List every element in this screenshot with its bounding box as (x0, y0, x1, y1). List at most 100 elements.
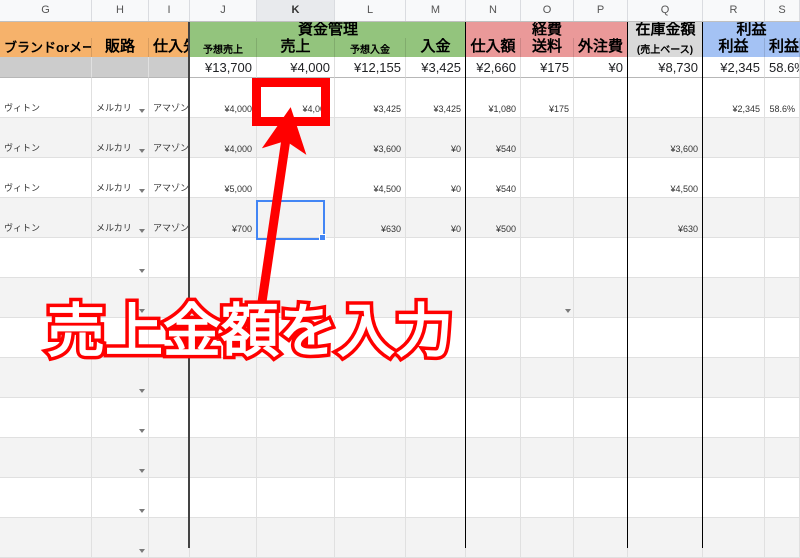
data-cell-m-0[interactable]: ¥3,425 (406, 78, 466, 118)
data-cell-o-0[interactable]: ¥175 (521, 78, 574, 118)
data-cell-m-9[interactable] (406, 438, 466, 478)
chevron-down-icon[interactable] (565, 309, 571, 313)
data-cell-h-0[interactable]: メルカリ (92, 78, 149, 118)
data-cell-i-9[interactable] (149, 438, 190, 478)
data-cell-i-4[interactable] (149, 238, 190, 278)
data-cell-q-2[interactable]: ¥4,500 (628, 158, 703, 198)
column-header-r[interactable]: R (703, 0, 765, 21)
data-cell-h-9[interactable] (92, 438, 149, 478)
summary-cell-p[interactable]: ¥0 (574, 57, 628, 78)
data-cell-o-9[interactable] (521, 438, 574, 478)
data-cell-n-8[interactable] (466, 398, 521, 438)
data-cell-o-10[interactable] (521, 478, 574, 518)
selected-cell-k[interactable] (256, 200, 326, 241)
column-header-s[interactable]: S (765, 0, 800, 21)
data-cell-h-3[interactable]: メルカリ (92, 198, 149, 238)
data-cell-q-6[interactable] (628, 318, 703, 358)
data-cell-q-1[interactable]: ¥3,600 (628, 118, 703, 158)
data-cell-o-1[interactable] (521, 118, 574, 158)
data-cell-o-5[interactable] (521, 278, 574, 318)
data-cell-q-8[interactable] (628, 398, 703, 438)
data-cell-r-6[interactable] (703, 318, 765, 358)
data-cell-p-10[interactable] (574, 478, 628, 518)
chevron-down-icon[interactable] (139, 389, 145, 393)
data-cell-o-7[interactable] (521, 358, 574, 398)
chevron-down-icon[interactable] (139, 429, 145, 433)
data-cell-q-4[interactable] (628, 238, 703, 278)
data-cell-m-2[interactable]: ¥0 (406, 158, 466, 198)
data-cell-r-11[interactable] (703, 518, 765, 558)
data-cell-i-10[interactable] (149, 478, 190, 518)
data-cell-l-11[interactable] (335, 518, 406, 558)
data-cell-r-0[interactable]: ¥2,345 (703, 78, 765, 118)
data-cell-p-7[interactable] (574, 358, 628, 398)
column-header-o[interactable]: O (521, 0, 574, 21)
column-header-i[interactable]: I (149, 0, 190, 21)
data-cell-r-9[interactable] (703, 438, 765, 478)
data-cell-h-2[interactable]: メルカリ (92, 158, 149, 198)
data-cell-g-11[interactable] (0, 518, 92, 558)
data-cell-o-8[interactable] (521, 398, 574, 438)
data-cell-q-5[interactable] (628, 278, 703, 318)
data-cell-h-8[interactable] (92, 398, 149, 438)
data-cell-j-10[interactable] (190, 478, 257, 518)
summary-cell-g[interactable] (0, 57, 92, 78)
summary-cell-m[interactable]: ¥3,425 (406, 57, 466, 78)
data-cell-p-0[interactable] (574, 78, 628, 118)
data-cell-o-3[interactable] (521, 198, 574, 238)
summary-cell-r[interactable]: ¥2,345 (703, 57, 765, 78)
data-cell-l-1[interactable]: ¥3,600 (335, 118, 406, 158)
summary-cell-k[interactable]: ¥4,000 (257, 57, 335, 78)
column-header-m[interactable]: M (406, 0, 466, 21)
data-cell-p-4[interactable] (574, 238, 628, 278)
data-cell-s-1[interactable] (765, 118, 800, 158)
data-cell-o-4[interactable] (521, 238, 574, 278)
data-cell-i-1[interactable]: アマゾン (149, 118, 190, 158)
data-cell-l-10[interactable] (335, 478, 406, 518)
data-cell-g-2[interactable]: ヴィトン (0, 158, 92, 198)
data-cell-j-3[interactable]: ¥700 (190, 198, 257, 238)
chevron-down-icon[interactable] (139, 149, 145, 153)
data-cell-r-5[interactable] (703, 278, 765, 318)
data-cell-i-0[interactable]: アマゾン (149, 78, 190, 118)
data-cell-r-2[interactable] (703, 158, 765, 198)
data-cell-n-2[interactable]: ¥540 (466, 158, 521, 198)
data-cell-l-8[interactable] (335, 398, 406, 438)
data-cell-i-8[interactable] (149, 398, 190, 438)
data-cell-n-1[interactable]: ¥540 (466, 118, 521, 158)
data-cell-s-2[interactable] (765, 158, 800, 198)
data-cell-m-8[interactable] (406, 398, 466, 438)
data-cell-j-1[interactable]: ¥4,000 (190, 118, 257, 158)
data-cell-p-1[interactable] (574, 118, 628, 158)
data-cell-o-11[interactable] (521, 518, 574, 558)
data-cell-j-8[interactable] (190, 398, 257, 438)
data-cell-k-9[interactable] (257, 438, 335, 478)
column-header-h[interactable]: H (92, 0, 149, 21)
data-cell-n-3[interactable]: ¥500 (466, 198, 521, 238)
column-header-q[interactable]: Q (628, 0, 703, 21)
data-cell-r-4[interactable] (703, 238, 765, 278)
data-cell-k-11[interactable] (257, 518, 335, 558)
column-header-j[interactable]: J (190, 0, 257, 21)
chevron-down-icon[interactable] (139, 549, 145, 553)
summary-cell-q[interactable]: ¥8,730 (628, 57, 703, 78)
summary-cell-h[interactable] (92, 57, 149, 78)
data-cell-s-3[interactable] (765, 198, 800, 238)
data-cell-q-9[interactable] (628, 438, 703, 478)
data-cell-j-9[interactable] (190, 438, 257, 478)
data-cell-s-0[interactable]: 58.6% (765, 78, 800, 118)
data-cell-l-9[interactable] (335, 438, 406, 478)
data-cell-p-11[interactable] (574, 518, 628, 558)
data-cell-r-1[interactable] (703, 118, 765, 158)
data-cell-s-5[interactable] (765, 278, 800, 318)
data-cell-i-11[interactable] (149, 518, 190, 558)
chevron-down-icon[interactable] (139, 109, 145, 113)
column-header-l[interactable]: L (335, 0, 406, 21)
data-cell-s-7[interactable] (765, 358, 800, 398)
data-cell-h-1[interactable]: メルカリ (92, 118, 149, 158)
data-cell-q-0[interactable] (628, 78, 703, 118)
data-cell-g-0[interactable]: ヴィトン (0, 78, 92, 118)
data-cell-n-6[interactable] (466, 318, 521, 358)
column-header-k[interactable]: K (257, 0, 335, 21)
data-cell-m-4[interactable] (406, 238, 466, 278)
